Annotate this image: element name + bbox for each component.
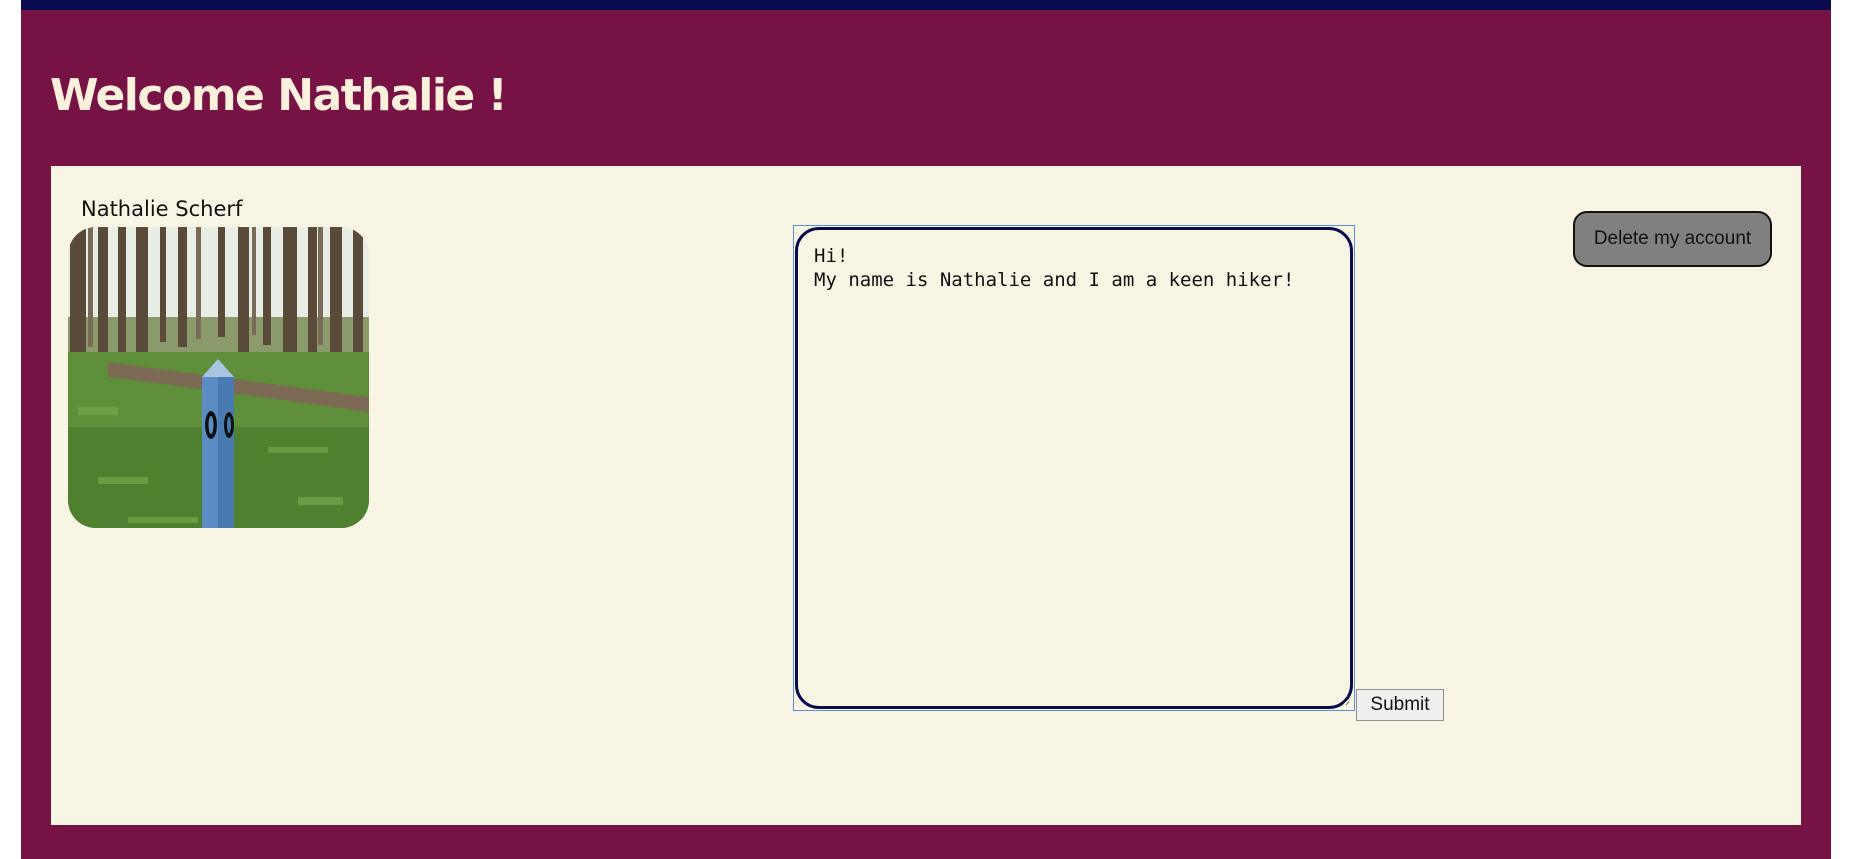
- profile-panel: Nathalie Scherf Hi! My name is Nathalie …: [51, 166, 1801, 825]
- submit-button[interactable]: Submit: [1356, 689, 1444, 721]
- delete-account-button[interactable]: Delete my account: [1573, 211, 1772, 267]
- user-name: Nathalie Scherf: [81, 197, 243, 221]
- bio-textarea-focus-ring: [793, 225, 1355, 711]
- bio-textarea[interactable]: [795, 227, 1353, 709]
- profile-photo-image: [68, 227, 369, 528]
- profile-photo: [68, 227, 369, 528]
- page-background: Welcome Nathalie ! Nathalie Scherf Hi! M…: [21, 0, 1831, 859]
- top-bar: [21, 0, 1831, 10]
- welcome-heading: Welcome Nathalie !: [50, 70, 508, 121]
